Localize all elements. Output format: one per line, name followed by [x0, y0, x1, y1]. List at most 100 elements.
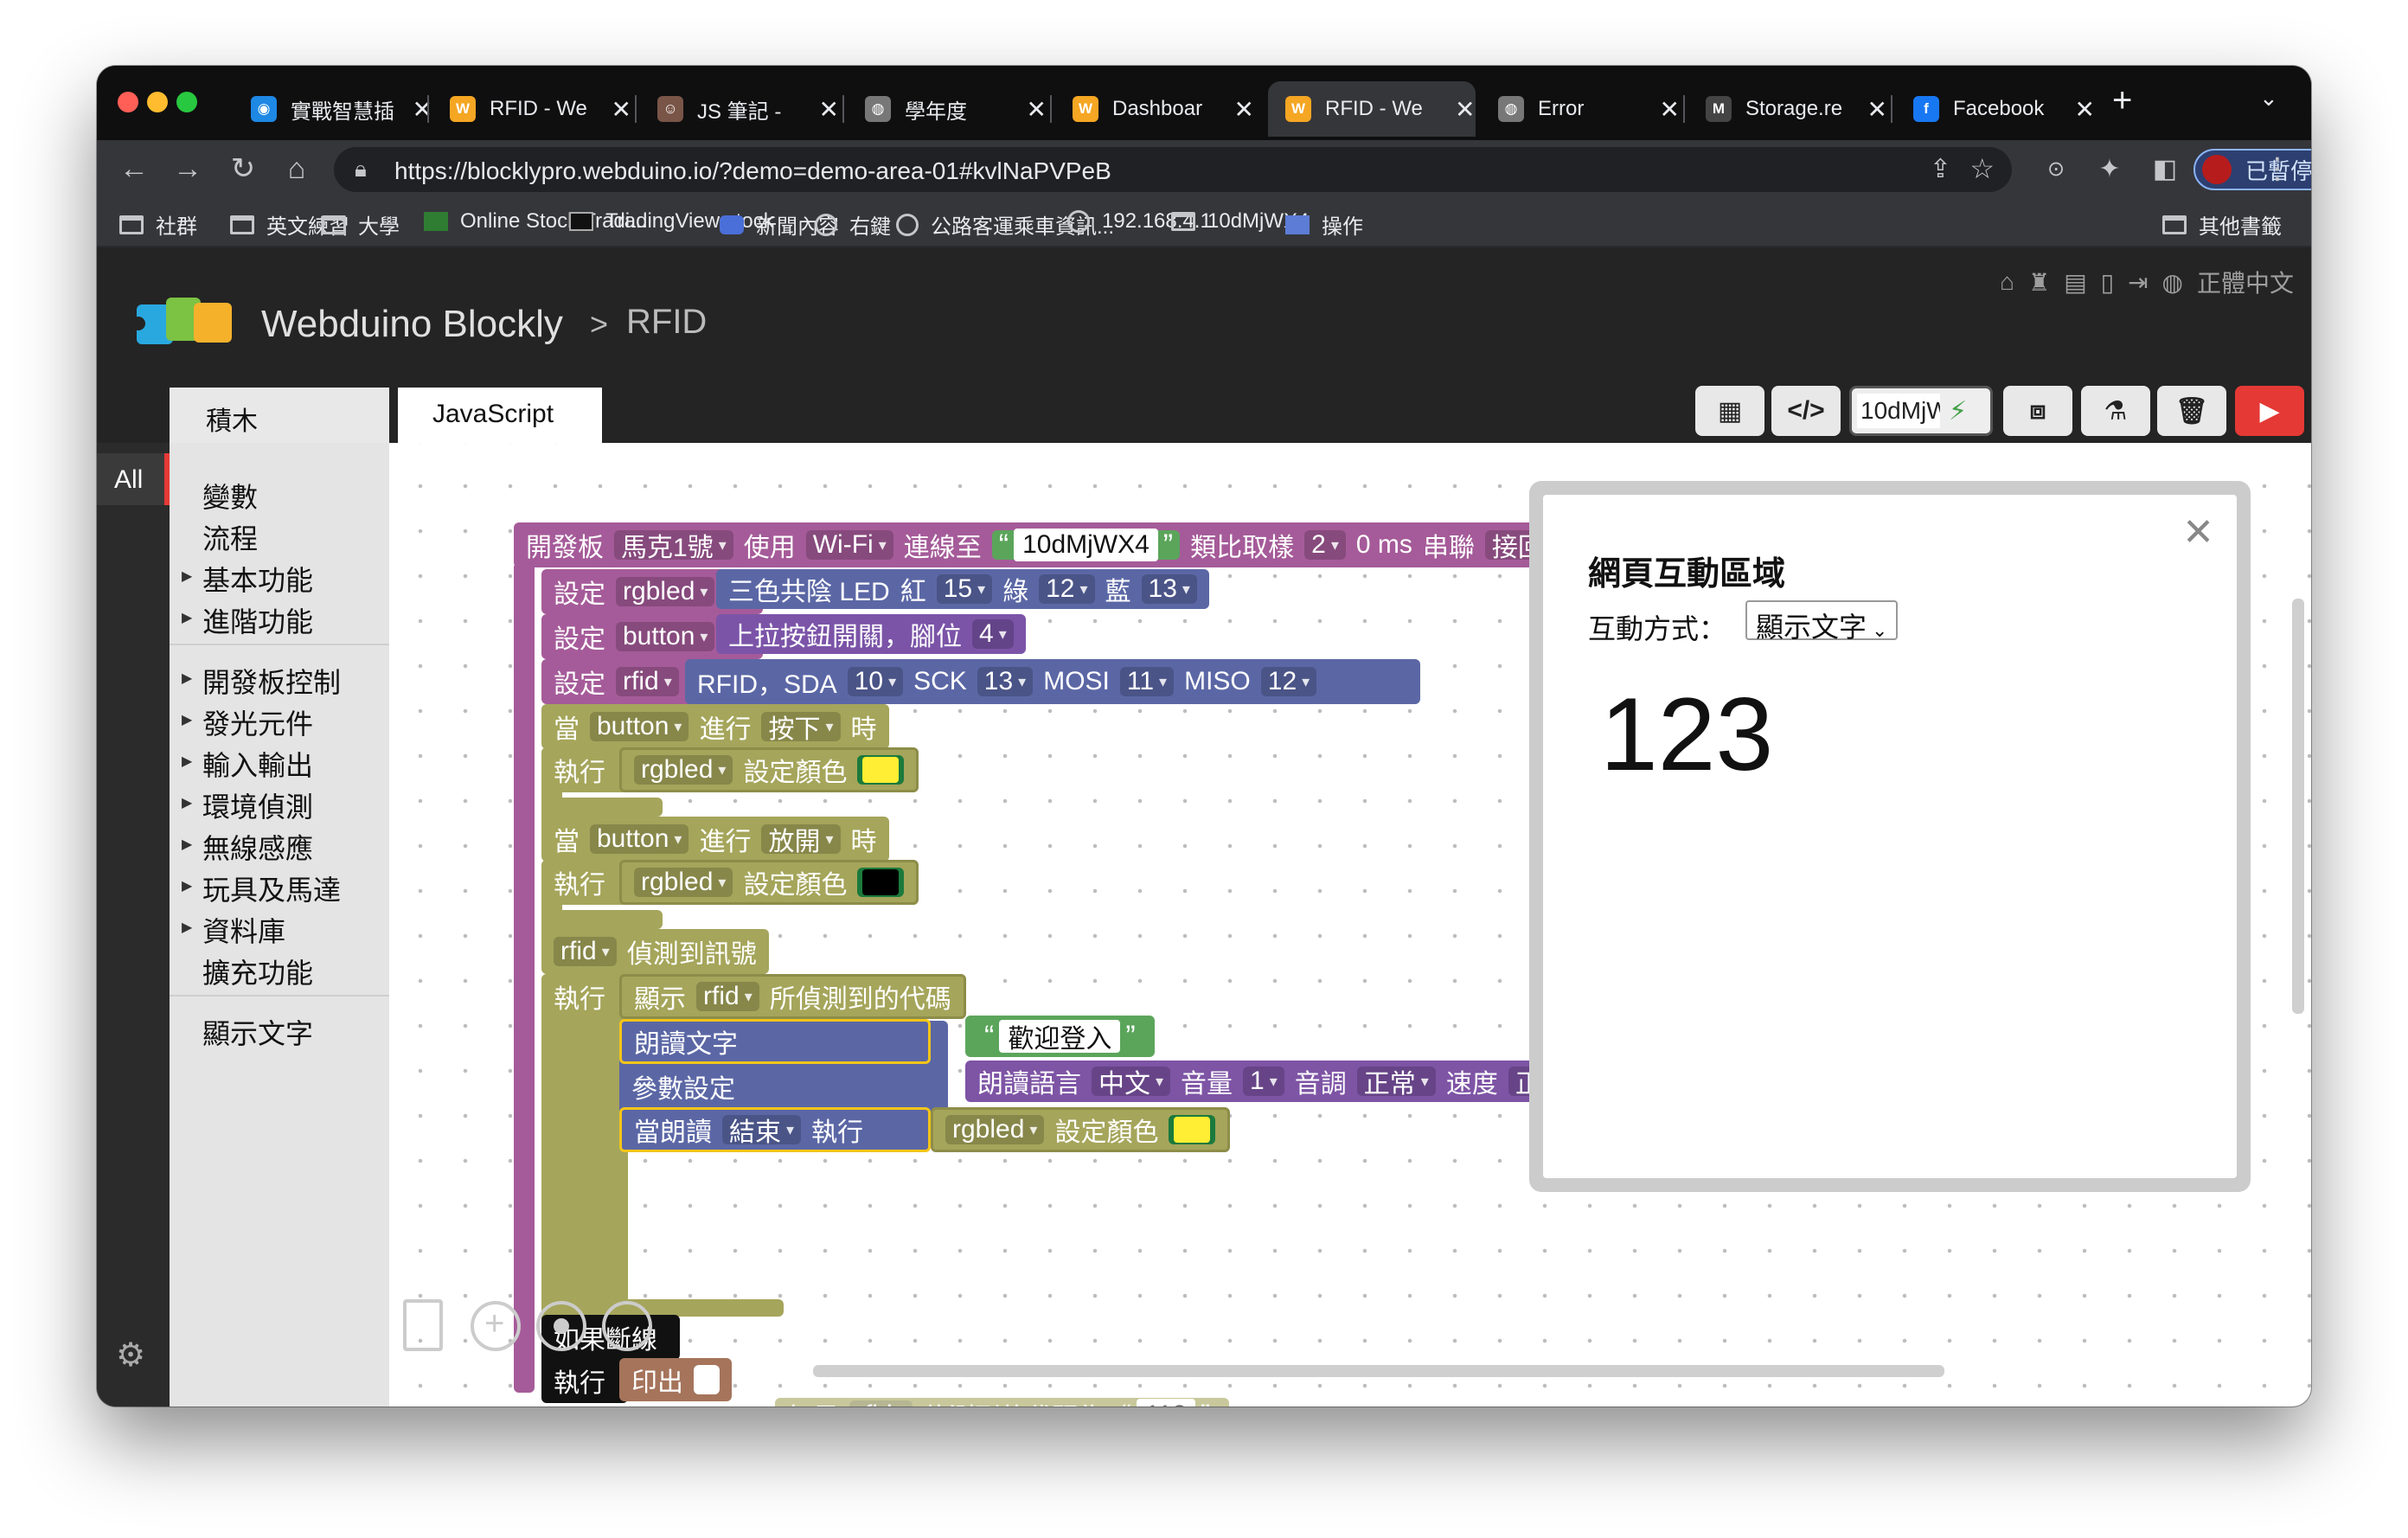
- browser-tab[interactable]: M Storage.re ✕: [1688, 81, 1887, 137]
- close-tab-icon[interactable]: ✕: [612, 95, 631, 124]
- color-swatch[interactable]: [862, 757, 900, 783]
- string-value[interactable]: 10dMjWX4: [1014, 529, 1158, 561]
- more-menu-icon[interactable]: ⋮: [2259, 151, 2296, 187]
- browser-tab[interactable]: W RFID - We ✕: [1268, 81, 1476, 137]
- run-button[interactable]: ▶: [2235, 386, 2304, 436]
- document-icon[interactable]: ▯: [2101, 268, 2114, 297]
- block-dropdown[interactable]: rfid: [696, 982, 759, 1011]
- block-dropdown[interactable]: 15: [936, 574, 993, 604]
- exec-label-2[interactable]: 執行: [541, 860, 628, 905]
- block-dropdown[interactable]: button: [616, 622, 715, 651]
- block-dropdown[interactable]: 13: [977, 667, 1034, 696]
- horizontal-scrollbar[interactable]: [813, 1365, 1944, 1377]
- close-tab-icon[interactable]: ✕: [1867, 95, 1887, 124]
- toolbox-category[interactable]: ▶ 輸入輸出: [170, 744, 389, 784]
- color-swatch[interactable]: [862, 869, 900, 895]
- block-dropdown[interactable]: 正常: [1356, 1067, 1436, 1099]
- book-icon[interactable]: ▤: [2064, 268, 2086, 297]
- browser-tab[interactable]: ◉ 實戰智慧插 ✕: [234, 81, 432, 137]
- toolbox-category[interactable]: 流程: [170, 517, 389, 557]
- button-init-block[interactable]: 上拉按鈕開關，腳位 4: [716, 614, 1026, 654]
- clear-button[interactable]: 🗑︎: [2157, 386, 2226, 436]
- exec-label-3[interactable]: 執行: [541, 974, 628, 1019]
- other-bookmarks[interactable]: 其他書籤: [2162, 209, 2282, 240]
- extension-icon[interactable]: ⊙: [2038, 151, 2074, 187]
- bookmark-item[interactable]: 右鍵: [815, 209, 891, 240]
- zoom-window-button[interactable]: [176, 92, 197, 112]
- back-button[interactable]: ←: [116, 151, 152, 187]
- toolbox-category[interactable]: 顯示文字: [170, 1012, 389, 1052]
- close-tab-icon[interactable]: ✕: [1660, 95, 1680, 124]
- block-dropdown[interactable]: button: [590, 824, 689, 854]
- language-selector[interactable]: 正體中文: [2197, 265, 2294, 299]
- connect-lightning-icon[interactable]: ⚡: [1949, 396, 1967, 426]
- rgbled-set-color-yellow[interactable]: rgbled 設定顏色: [619, 747, 919, 792]
- save-button[interactable]: ⧈: [2003, 386, 2072, 436]
- block-dropdown[interactable]: Wi-Fi: [805, 530, 893, 560]
- block-dropdown[interactable]: 11: [1119, 667, 1175, 696]
- empty-string-slot[interactable]: [694, 1365, 720, 1394]
- code-view-button[interactable]: </>: [1771, 386, 1841, 436]
- binoculars-icon[interactable]: ♜: [2028, 268, 2050, 297]
- color-block[interactable]: [1169, 1115, 1216, 1144]
- close-tab-icon[interactable]: ✕: [1234, 95, 1254, 124]
- color-block[interactable]: [857, 755, 905, 785]
- block-dropdown[interactable]: 2: [1304, 530, 1346, 560]
- block-dropdown[interactable]: 12: [1039, 574, 1095, 604]
- globe-icon[interactable]: ◍: [2162, 268, 2183, 297]
- toolbox-category[interactable]: 擴充功能: [170, 952, 389, 991]
- rfid-init-block[interactable]: RFID，SDA 10 SCK 13 MOSI 11 MISO 12: [685, 659, 1420, 704]
- block-dropdown[interactable]: 4: [972, 619, 1014, 649]
- exec-label-1[interactable]: 執行: [541, 747, 628, 792]
- close-tab-icon[interactable]: ✕: [819, 95, 839, 124]
- speak-params-block[interactable]: 參數設定: [619, 1064, 931, 1109]
- toolbox-category[interactable]: ▶ 進階功能: [170, 600, 389, 640]
- string-block[interactable]: “歡迎登入”: [977, 1020, 1143, 1054]
- forward-button[interactable]: →: [170, 151, 206, 187]
- block-dropdown[interactable]: 13: [1141, 574, 1197, 604]
- close-tab-icon[interactable]: ✕: [413, 95, 432, 124]
- block-dropdown[interactable]: button: [590, 712, 689, 741]
- tab-javascript[interactable]: JavaScript: [398, 388, 602, 443]
- zoom-out-icon[interactable]: [602, 1301, 652, 1351]
- close-tab-icon[interactable]: ✕: [2075, 95, 2095, 124]
- close-tab-icon[interactable]: ✕: [1455, 95, 1475, 124]
- rgbled-set-color-black[interactable]: rgbled 設定顏色: [619, 860, 919, 905]
- toolbox-category[interactable]: ▶ 無線感應: [170, 827, 389, 867]
- block-dropdown[interactable]: 放開: [761, 824, 841, 856]
- interaction-mode-select[interactable]: 顯示文字 ⌄: [1745, 600, 1899, 643]
- block-dropdown[interactable]: rgbled: [945, 1115, 1045, 1144]
- home-button[interactable]: ⌂: [279, 151, 315, 187]
- address-bar[interactable]: 🔒︎ https://blocklypro.webduino.io/?demo=…: [334, 147, 2012, 192]
- minimize-window-button[interactable]: [147, 92, 168, 112]
- logout-icon[interactable]: ⇥: [2128, 268, 2148, 297]
- close-window-button[interactable]: [118, 92, 138, 112]
- when-button-pressed-block[interactable]: 當 button 進行按下時: [541, 704, 889, 749]
- string-block[interactable]: “ 112 ”: [1114, 1399, 1218, 1407]
- block-dropdown[interactable]: rgbled: [634, 755, 733, 785]
- speak-text-block[interactable]: 朗讀文字: [619, 1019, 931, 1064]
- home-icon[interactable]: ⌂: [2000, 268, 2014, 296]
- browser-tab[interactable]: W Dashboar ✕: [1055, 81, 1254, 137]
- vertical-scrollbar[interactable]: [2292, 599, 2304, 1014]
- browser-tab[interactable]: W RFID - We ✕: [432, 81, 631, 137]
- color-swatch[interactable]: [1174, 1117, 1211, 1143]
- zoom-in-icon[interactable]: +: [471, 1301, 521, 1351]
- web-interaction-panel[interactable]: ✕ 網頁互動區域 互動方式： 顯示文字 ⌄ 123: [1529, 481, 2251, 1192]
- color-block[interactable]: [857, 868, 905, 897]
- sidebar-toggle-icon[interactable]: ◧: [2147, 151, 2183, 187]
- block-dropdown[interactable]: 中文: [1092, 1067, 1171, 1099]
- show-block[interactable]: 顯示 rfid 所偵測到的代碼: [619, 974, 966, 1019]
- block-dropdown[interactable]: rfid: [849, 1400, 913, 1407]
- when-button-released-block[interactable]: 當 button 進行放開時: [541, 817, 889, 862]
- reload-button[interactable]: ↻: [225, 151, 261, 187]
- block-dropdown[interactable]: 按下: [761, 712, 841, 744]
- block-dropdown[interactable]: 結束: [722, 1115, 802, 1147]
- tab-list-chevron-icon[interactable]: ⌄: [2259, 85, 2278, 112]
- block-dropdown[interactable]: 馬克1號: [614, 530, 733, 562]
- speak-end-block[interactable]: 當朗讀結束執行: [619, 1107, 931, 1152]
- block-dropdown[interactable]: 10: [847, 667, 904, 696]
- block-dropdown[interactable]: rgbled: [616, 577, 715, 606]
- device-id-field[interactable]: 10dMjW ⚡: [1849, 386, 1993, 436]
- close-tab-icon[interactable]: ✕: [1027, 95, 1047, 124]
